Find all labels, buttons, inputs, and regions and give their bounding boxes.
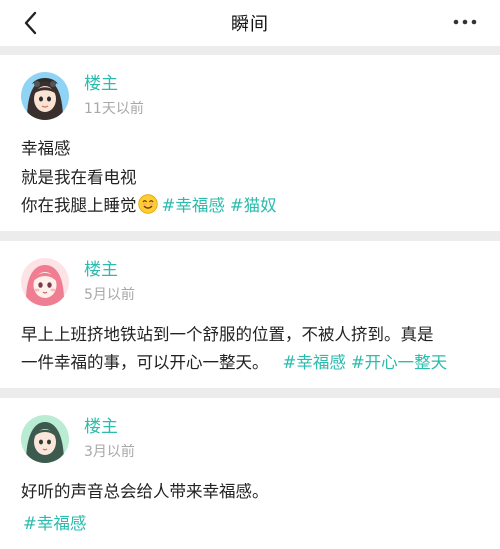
post-header: 楼主 11天以前 — [21, 71, 478, 121]
hashtag-link[interactable]: #开心一整天 — [351, 353, 447, 372]
post-meta: 楼主 5月以前 — [84, 259, 135, 305]
page-title: 瞬间 — [231, 14, 269, 35]
post-meta: 楼主 3月以前 — [84, 416, 135, 462]
post-header: 楼主 5月以前 — [21, 257, 478, 307]
post-meta: 楼主 11天以前 — [84, 73, 144, 119]
girl-avatar-icon — [21, 414, 69, 463]
content-line: 好听的声音总会给人带来幸福感。 — [21, 481, 269, 501]
hashtag-link[interactable]: #幸福感 — [283, 353, 346, 372]
content-line: 幸福感 — [21, 139, 71, 158]
avatar[interactable] — [21, 414, 69, 463]
moments-feed: 楼主 11天以前 幸福感 就是我在看电视 你在我腿上睡觉 #幸福感 #猫奴 楼主… — [0, 46, 500, 549]
hashtag-link[interactable]: #猫奴 — [230, 196, 277, 215]
post-content: 幸福感 就是我在看电视 你在我腿上睡觉 #幸福感 #猫奴 — [21, 135, 478, 221]
content-line: 一件幸福的事，可以开心一整天。 #幸福感 #开心一整天 — [21, 349, 478, 378]
more-dots-icon — [453, 19, 477, 25]
post-content: 好听的声音总会给人带来幸福感。 #幸福感 — [21, 478, 478, 539]
girl-avatar-icon — [21, 72, 69, 120]
content-line: 你在我腿上睡觉 #幸福感 #猫奴 — [21, 192, 478, 221]
hashtag-link[interactable]: #幸福感 — [23, 514, 86, 533]
hashtag-link[interactable]: #幸福感 — [162, 196, 225, 215]
post-time: 5月以前 — [84, 286, 135, 303]
post-time: 3月以前 — [84, 443, 135, 460]
post-card[interactable]: 楼主 3月以前 好听的声音总会给人带来幸福感。 #幸福感 — [0, 397, 500, 549]
author-name[interactable]: 楼主 — [84, 73, 144, 95]
content-line: 就是我在看电视 — [21, 167, 137, 187]
author-name[interactable]: 楼主 — [84, 416, 135, 438]
content-line: #幸福感 — [23, 510, 478, 539]
smiling-face-icon — [137, 194, 158, 214]
avatar[interactable] — [21, 72, 69, 120]
avatar[interactable] — [21, 257, 69, 306]
top-nav-bar: 瞬间 — [0, 0, 500, 46]
more-button[interactable] — [452, 12, 478, 32]
back-button[interactable] — [20, 9, 42, 37]
post-card[interactable]: 楼主 11天以前 幸福感 就是我在看电视 你在我腿上睡觉 #幸福感 #猫奴 — [0, 55, 500, 231]
post-time: 11天以前 — [84, 101, 144, 117]
post-header: 楼主 3月以前 — [21, 414, 478, 464]
author-name[interactable]: 楼主 — [84, 259, 135, 281]
girl-avatar-icon — [21, 257, 69, 306]
content-line: 早上上班挤地铁站到一个舒服的位置，不被人挤到。真是 — [21, 324, 434, 344]
content-text: 你在我腿上睡觉 — [21, 196, 137, 215]
chevron-left-icon — [24, 11, 37, 35]
content-text: 一件幸福的事，可以开心一整天。 — [21, 353, 269, 372]
post-card[interactable]: 楼主 5月以前 早上上班挤地铁站到一个舒服的位置，不被人挤到。真是 一件幸福的事… — [0, 240, 500, 388]
post-content: 早上上班挤地铁站到一个舒服的位置，不被人挤到。真是 一件幸福的事，可以开心一整天… — [21, 321, 478, 378]
